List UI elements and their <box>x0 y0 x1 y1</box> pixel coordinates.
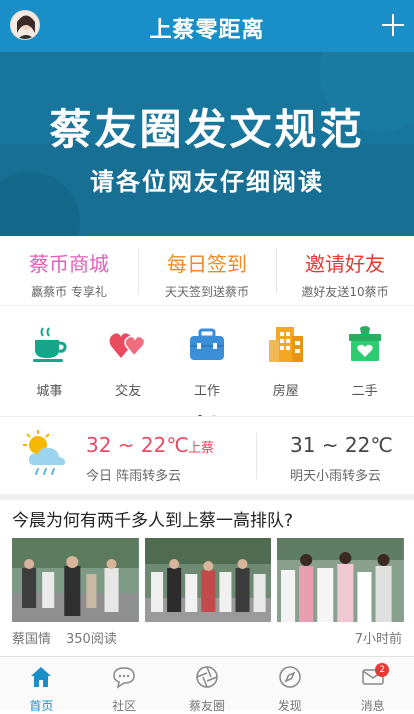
tab-label: 社区 <box>112 699 137 713</box>
banner[interactable]: 蔡友圈发文规范 请各位网友仔细阅读 <box>0 52 414 236</box>
tomorrow-temperature: 31 ~ 22℃ <box>290 433 393 457</box>
news-article[interactable]: 今晨为何有两千多人到上蔡一高排队? 蔡国情 350阅读 7小时前 <box>0 500 414 656</box>
city-name: 上蔡 <box>188 441 215 456</box>
banner-subtitle: 请各位网友仔细阅读 <box>90 168 324 196</box>
unread-badge: 2 <box>375 663 390 677</box>
bottom-tab-bar: 首页 社区 蔡友圈 发现 2 消息 <box>0 656 414 713</box>
chat-bubble-icon <box>113 667 135 689</box>
tab-discover[interactable]: 发现 <box>248 657 331 713</box>
tab-label: 首页 <box>29 699 54 713</box>
article-source: 蔡国情 <box>12 632 52 647</box>
category-label: 房屋 <box>272 384 299 399</box>
promo-daily-checkin[interactable]: 每日签到 天天签到送蔡币 <box>138 236 276 305</box>
banner-title: 蔡友圈发文规范 <box>49 105 365 154</box>
add-button[interactable] <box>380 12 406 38</box>
tab-messages[interactable]: 2 消息 <box>331 657 414 713</box>
home-icon <box>31 667 52 687</box>
box-heart-icon <box>348 326 381 361</box>
aperture-icon <box>196 666 218 688</box>
app-title: 上蔡零距离 <box>149 18 265 43</box>
category-second-hand[interactable]: 二手 <box>333 324 397 399</box>
queue-photo <box>277 538 405 622</box>
street-photo <box>12 538 139 622</box>
category-label: 二手 <box>351 384 378 399</box>
article-read-count: 350阅读 <box>66 632 117 647</box>
coffee-cup-icon <box>33 327 68 362</box>
category-dating[interactable]: 交友 <box>96 324 160 399</box>
category-label: 城事 <box>36 384 63 399</box>
tomorrow-forecast: 明天小雨转多云 <box>290 469 382 484</box>
article-thumbnails <box>12 538 405 622</box>
promo-subtitle: 邀好友送10蔡币 <box>301 285 389 299</box>
article-photo[interactable] <box>12 538 139 622</box>
promo-title: 蔡币商城 <box>29 252 109 276</box>
article-time: 7小时前 <box>354 632 402 647</box>
category-label: 交友 <box>115 384 142 399</box>
category-city-news[interactable]: 城事 <box>17 324 81 399</box>
category-label: 工作 <box>193 384 220 399</box>
tab-label: 蔡友圈 <box>188 699 225 713</box>
tab-label: 消息 <box>360 699 385 713</box>
compass-icon <box>279 666 301 688</box>
promo-title: 邀请好友 <box>305 252 385 276</box>
category-grid: 城事 交友 工作 房屋 二手 <box>0 306 414 419</box>
hearts-icon <box>109 333 146 358</box>
top-bar: 上蔡零距离 <box>0 0 414 52</box>
today-temperature: 32 ~ 22℃ <box>86 433 189 457</box>
tab-community[interactable]: 社区 <box>83 657 166 713</box>
crowd-photo <box>144 538 272 622</box>
promo-title: 每日签到 <box>167 252 247 276</box>
article-title: 今晨为何有两千多人到上蔡一高排队? <box>12 511 294 531</box>
weather-divider <box>256 433 257 479</box>
promo-subtitle: 天天签到送蔡币 <box>164 285 249 299</box>
briefcase-icon <box>189 328 224 360</box>
buildings-icon <box>268 327 303 362</box>
sun-rain-icon <box>23 430 66 475</box>
promo-row: 蔡币商城 赢蔡币 专享礼 每日签到 天天签到送蔡币 邀请好友 邀好友送10蔡币 <box>0 236 414 306</box>
tab-label: 发现 <box>277 699 302 713</box>
today-forecast: 今日 阵雨转多云 <box>86 469 182 484</box>
article-photo[interactable] <box>144 538 272 622</box>
promo-subtitle: 赢蔡币 专享礼 <box>31 285 107 299</box>
tab-home[interactable]: 首页 <box>0 657 83 713</box>
article-photo[interactable] <box>277 538 405 622</box>
category-jobs[interactable]: 工作 <box>175 324 239 399</box>
weather-panel[interactable]: 32 ~ 22℃ 上蔡 今日 阵雨转多云 31 ~ 22℃ 明天小雨转多云 <box>0 416 414 494</box>
tab-friend-circle[interactable]: 蔡友圈 <box>166 657 249 713</box>
promo-coin-mall[interactable]: 蔡币商城 赢蔡币 专享礼 <box>0 236 138 305</box>
promo-invite-friends[interactable]: 邀请好友 邀好友送10蔡币 <box>276 236 414 305</box>
category-housing[interactable]: 房屋 <box>254 324 318 399</box>
